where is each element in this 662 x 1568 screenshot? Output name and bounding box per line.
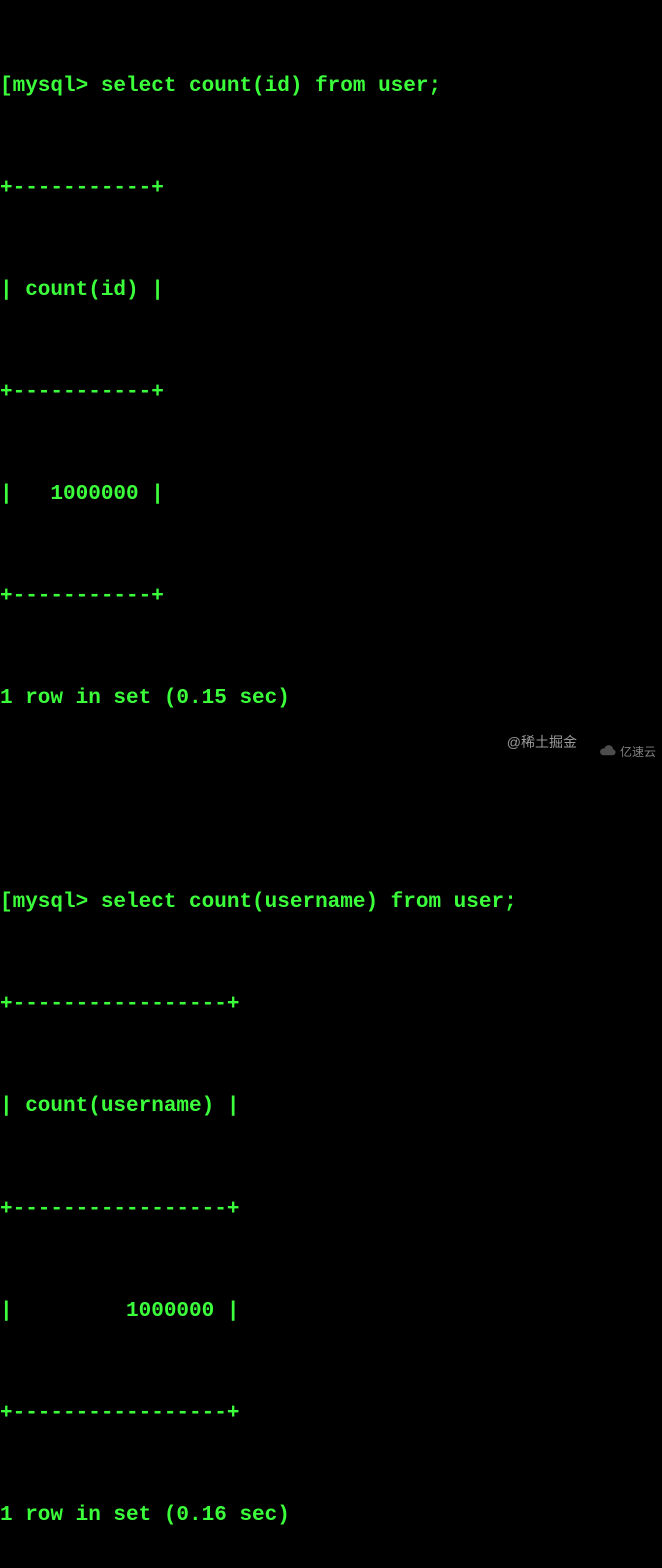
watermark-juejin: @稀土掘金 bbox=[507, 731, 577, 754]
table-border: +-----------+ bbox=[0, 376, 662, 410]
table-border: +-----------+ bbox=[0, 172, 662, 206]
table-border: +-----------------+ bbox=[0, 1193, 662, 1227]
query-line: [mysql> select count(id) from user; bbox=[0, 70, 662, 104]
watermark-label: 亿速云 bbox=[620, 743, 656, 762]
terminal-output: [mysql> select count(id) from user; +---… bbox=[0, 0, 662, 1568]
status-line: 1 row in set (0.16 sec) bbox=[0, 1499, 662, 1533]
table-border: +-----------------+ bbox=[0, 988, 662, 1022]
query-line: [mysql> select count(username) from user… bbox=[0, 886, 662, 920]
sql-statement: select count(username) from user; bbox=[101, 891, 517, 914]
table-border: +-----------+ bbox=[0, 580, 662, 614]
table-header: | count(id) | bbox=[0, 274, 662, 308]
table-row: | 1000000 | bbox=[0, 1295, 662, 1329]
mysql-prompt: [mysql> bbox=[0, 75, 101, 98]
cloud-icon bbox=[599, 743, 617, 762]
table-border: +-----------------+ bbox=[0, 1397, 662, 1431]
sql-statement: select count(id) from user; bbox=[101, 75, 441, 98]
watermark-yisu: 亿速云 bbox=[599, 743, 656, 762]
blank-line bbox=[0, 784, 662, 818]
status-line: 1 row in set (0.15 sec) bbox=[0, 682, 662, 716]
mysql-prompt: [mysql> bbox=[0, 891, 101, 914]
table-header: | count(username) | bbox=[0, 1090, 662, 1124]
table-row: | 1000000 | bbox=[0, 478, 662, 512]
